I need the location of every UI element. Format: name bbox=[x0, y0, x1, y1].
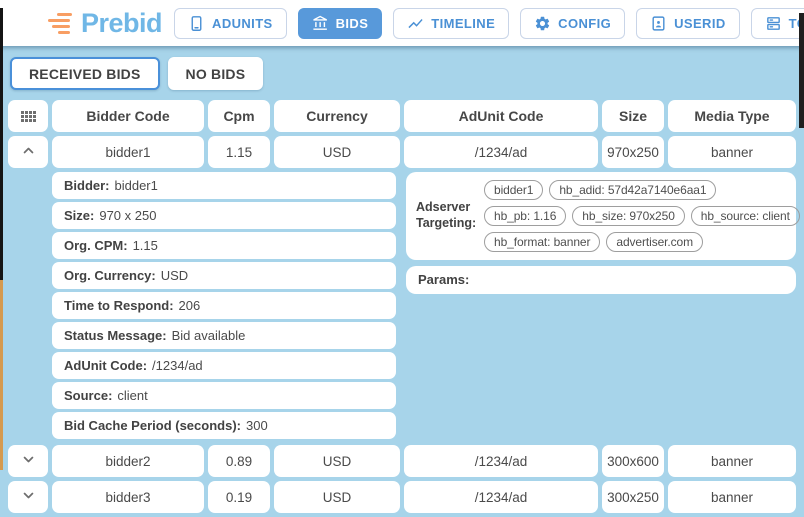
page-edge-artifact bbox=[0, 8, 3, 280]
professor-prebid-popup: Prebid ADUNITS BIDS TIMELINE CONFIG USERID TO… bbox=[0, 0, 804, 517]
nav-userid-button[interactable]: USERID bbox=[636, 8, 740, 39]
page-edge-artifact bbox=[0, 280, 3, 470]
bid-filter-tabs: RECEIVED BIDS NO BIDS bbox=[10, 57, 804, 90]
targeting-chip: hb_size: 970x250 bbox=[572, 206, 684, 226]
media-type-cell: banner bbox=[668, 445, 796, 477]
bidder-code-cell: bidder2 bbox=[52, 445, 204, 477]
bid-row: bidder3 0.19 USD /1234/ad 300x250 banner bbox=[0, 481, 804, 513]
bid-details-panel: Bidder:bidder1 Size:970 x 250 Org. CPM:1.1… bbox=[0, 172, 804, 439]
column-header: Media Type bbox=[668, 100, 796, 132]
detail-item: Status Message:Bid available bbox=[52, 322, 396, 349]
detail-item: Bidder:bidder1 bbox=[52, 172, 396, 199]
currency-cell: USD bbox=[274, 445, 400, 477]
params-label: Params: bbox=[418, 272, 469, 288]
vertical-scrollbar[interactable] bbox=[799, 13, 804, 128]
params-box: Params: bbox=[406, 266, 796, 294]
currency-cell: USD bbox=[274, 136, 400, 168]
targeting-chip: advertiser.com bbox=[606, 232, 703, 252]
targeting-chip: hb_source: client bbox=[691, 206, 800, 226]
column-header: Cpm bbox=[208, 100, 270, 132]
column-header: AdUnit Code bbox=[404, 100, 598, 132]
size-cell: 300x250 bbox=[602, 481, 664, 513]
detail-item: AdUnit Code:/1234/ad bbox=[52, 352, 396, 379]
chevron-up-icon bbox=[19, 141, 38, 163]
targeting-chip-row: hb_format: banner advertiser.com bbox=[484, 232, 800, 252]
prebid-logo-text: Prebid bbox=[81, 8, 162, 39]
received-bids-button[interactable]: RECEIVED BIDS bbox=[10, 57, 160, 90]
nav-tools-button[interactable]: TOOLS bbox=[751, 8, 804, 39]
column-header: Currency bbox=[274, 100, 400, 132]
column-header: Size bbox=[602, 100, 664, 132]
cpm-cell: 1.15 bbox=[208, 136, 270, 168]
chevron-down-icon bbox=[19, 450, 38, 472]
bids-table-body: bidder1 1.15 USD /1234/ad 970x250 banner… bbox=[0, 136, 804, 513]
targeting-chip: bidder1 bbox=[484, 180, 543, 200]
header: Prebid ADUNITS BIDS TIMELINE CONFIG USERID TO… bbox=[0, 0, 804, 46]
main-nav: ADUNITS BIDS TIMELINE CONFIG USERID TOOLS bbox=[174, 8, 804, 39]
bid-row: bidder2 0.89 USD /1234/ad 300x600 banner bbox=[0, 445, 804, 477]
currency-cell: USD bbox=[274, 481, 400, 513]
bid-details-side: Adserver Targeting: bidder1 hb_adid: 57d4… bbox=[406, 172, 796, 439]
expand-row-button[interactable] bbox=[8, 136, 48, 168]
line-chart-icon bbox=[407, 15, 424, 32]
targeting-chips: bidder1 hb_adid: 57d42a7140e6aa1 hb_pb: 1.… bbox=[484, 180, 800, 252]
bidder-code-cell: bidder3 bbox=[52, 481, 204, 513]
prebid-logo-icon bbox=[48, 13, 72, 34]
nav-timeline-button[interactable]: TIMELINE bbox=[393, 8, 509, 39]
nav-adunits-button[interactable]: ADUNITS bbox=[174, 8, 287, 39]
no-bids-button[interactable]: NO BIDS bbox=[168, 57, 264, 90]
targeting-chip: hb_format: banner bbox=[484, 232, 600, 252]
bids-table-header: Bidder CodeCpmCurrencyAdUnit CodeSizeMed… bbox=[0, 100, 804, 132]
adunit-code-cell: /1234/ad bbox=[404, 445, 598, 477]
targeting-chip-row: bidder1 hb_adid: 57d42a7140e6aa1 bbox=[484, 180, 800, 200]
bidder-code-cell: bidder1 bbox=[52, 136, 204, 168]
chevron-down-icon bbox=[19, 486, 38, 508]
adunit-code-cell: /1234/ad bbox=[404, 481, 598, 513]
size-cell: 300x600 bbox=[602, 445, 664, 477]
bank-icon bbox=[312, 15, 329, 32]
adunit-code-cell: /1234/ad bbox=[404, 136, 598, 168]
media-type-cell: banner bbox=[668, 136, 796, 168]
detail-item: Bid Cache Period (seconds):300 bbox=[52, 412, 396, 439]
cpm-cell: 0.19 bbox=[208, 481, 270, 513]
media-type-cell: banner bbox=[668, 481, 796, 513]
column-header: Bidder Code bbox=[52, 100, 204, 132]
prebid-logo: Prebid bbox=[48, 8, 162, 39]
nav-config-button[interactable]: CONFIG bbox=[520, 8, 625, 39]
adserver-targeting-label: Adserver Targeting: bbox=[416, 200, 478, 231]
id-document-icon bbox=[650, 15, 667, 32]
size-cell: 970x250 bbox=[602, 136, 664, 168]
expand-row-button[interactable] bbox=[8, 445, 48, 477]
bid-details-list: Bidder:bidder1 Size:970 x 250 Org. CPM:1.1… bbox=[52, 172, 396, 439]
cpm-cell: 0.89 bbox=[208, 445, 270, 477]
detail-item: Org. CPM:1.15 bbox=[52, 232, 396, 259]
detail-item: Org. Currency:USD bbox=[52, 262, 396, 289]
bids-page: RECEIVED BIDS NO BIDS Bidder CodeCpmCurr… bbox=[0, 46, 804, 513]
gear-icon bbox=[534, 15, 551, 32]
targeting-chip: hb_adid: 57d42a7140e6aa1 bbox=[549, 180, 716, 200]
targeting-chip: hb_pb: 1.16 bbox=[484, 206, 566, 226]
detail-item: Size:970 x 250 bbox=[52, 202, 396, 229]
nav-bids-button[interactable]: BIDS bbox=[298, 8, 383, 39]
stack-icon bbox=[765, 15, 782, 32]
column-grid-icon bbox=[8, 100, 48, 132]
detail-item: Time to Respond:206 bbox=[52, 292, 396, 319]
bid-row: bidder1 1.15 USD /1234/ad 970x250 banner bbox=[0, 136, 804, 168]
detail-item: Source:client bbox=[52, 382, 396, 409]
targeting-chip-row: hb_pb: 1.16 hb_size: 970x250 hb_source: cl… bbox=[484, 206, 800, 226]
adserver-targeting-box: Adserver Targeting: bidder1 hb_adid: 57d4… bbox=[406, 172, 796, 260]
expand-row-button[interactable] bbox=[8, 481, 48, 513]
smartphone-icon bbox=[188, 15, 205, 32]
apps-grid-icon bbox=[21, 111, 36, 122]
